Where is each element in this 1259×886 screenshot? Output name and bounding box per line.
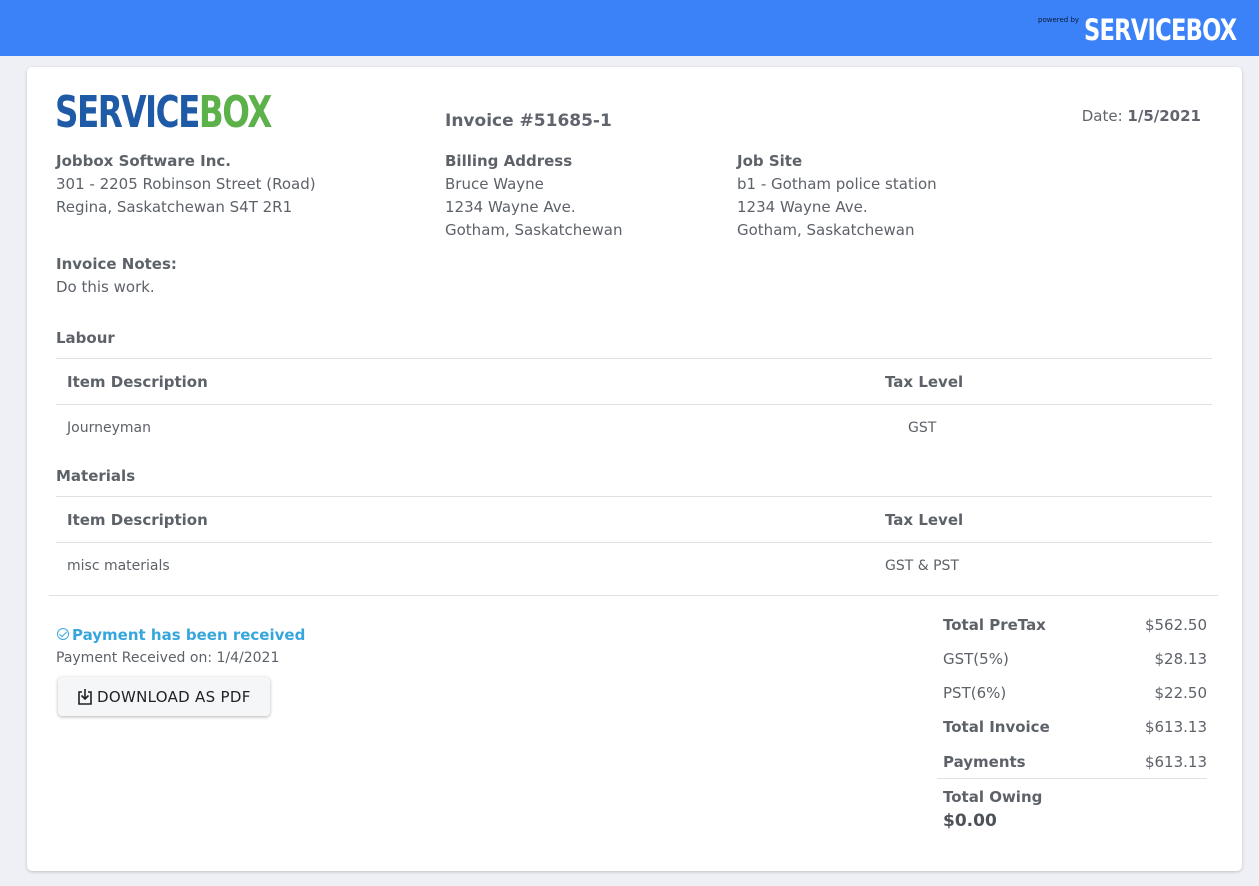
total-owing-label: Total Owing	[943, 788, 1043, 806]
company-logo: SERVICEBOX	[55, 87, 272, 138]
total-invoice-label: Total Invoice	[943, 718, 1050, 736]
invoice-date: Date: 1/5/2021	[1082, 107, 1201, 125]
section-divider	[49, 595, 1218, 596]
labour-heading: Labour	[56, 329, 115, 347]
jobsite-heading: Job Site	[737, 152, 803, 170]
payment-status-text: Payment has been received	[72, 626, 306, 644]
logo-box: BOX	[198, 87, 272, 138]
top-bar: powered by SERVICEBOX	[0, 0, 1259, 56]
logo-service: SERVICE	[55, 87, 200, 138]
notes-heading: Invoice Notes:	[56, 255, 177, 273]
materials-row-tax: GST & PST	[885, 558, 959, 574]
notes-text: Do this work.	[56, 278, 155, 296]
divider	[56, 542, 1212, 543]
divider	[56, 404, 1212, 405]
download-icon	[78, 688, 92, 705]
jobsite-line2: Gotham, Saskatchewan	[737, 221, 915, 239]
date-value: 1/5/2021	[1127, 107, 1201, 125]
payment-received-date: Payment Received on: 1/4/2021	[56, 650, 280, 666]
servicebox-brand-logo: SERVICEBOX	[1084, 13, 1237, 47]
gst-label: GST(5%)	[943, 650, 1009, 668]
labour-row-description: Journeyman	[67, 420, 151, 436]
total-pretax-value: $562.50	[1144, 616, 1207, 634]
labour-col-description: Item Description	[67, 373, 208, 391]
powered-by-label: powered by	[1038, 16, 1080, 24]
materials-row-description: misc materials	[67, 558, 170, 574]
totals-divider	[937, 778, 1207, 779]
billing-line1: 1234 Wayne Ave.	[445, 198, 576, 216]
total-owing-value: $0.00	[943, 811, 997, 831]
company-name: Jobbox Software Inc.	[56, 152, 231, 170]
billing-line2: Gotham, Saskatchewan	[445, 221, 623, 239]
check-circle-icon	[57, 628, 69, 640]
divider	[56, 358, 1212, 359]
labour-row-tax: GST	[908, 420, 937, 436]
pst-label: PST(6%)	[943, 684, 1007, 702]
total-invoice-value: $613.13	[1144, 718, 1207, 736]
labour-col-tax: Tax Level	[885, 373, 964, 391]
date-label: Date:	[1081, 107, 1123, 125]
invoice-card: SERVICEBOX Invoice #51685-1 Date: 1/5/20…	[27, 67, 1242, 871]
payments-value: $613.13	[1144, 753, 1207, 771]
jobsite-line1: 1234 Wayne Ave.	[737, 198, 868, 216]
pst-value: $22.50	[1154, 684, 1208, 702]
jobsite-name: b1 - Gotham police station	[737, 175, 937, 193]
materials-col-description: Item Description	[67, 511, 208, 529]
gst-value: $28.13	[1154, 650, 1208, 668]
materials-col-tax: Tax Level	[885, 511, 964, 529]
total-pretax-label: Total PreTax	[943, 616, 1046, 634]
download-pdf-label: DOWNLOAD AS PDF	[97, 687, 251, 706]
download-pdf-button[interactable]: DOWNLOAD AS PDF	[58, 677, 270, 716]
billing-heading: Billing Address	[445, 152, 573, 170]
company-address-line2: Regina, Saskatchewan S4T 2R1	[56, 198, 293, 216]
materials-heading: Materials	[56, 467, 136, 485]
company-address-line1: 301 - 2205 Robinson Street (Road)	[56, 175, 316, 193]
billing-name: Bruce Wayne	[445, 175, 544, 193]
invoice-number: Invoice #51685-1	[445, 111, 612, 131]
payments-label: Payments	[943, 753, 1026, 771]
divider	[56, 496, 1212, 497]
payment-status: Payment has been received	[57, 626, 305, 644]
